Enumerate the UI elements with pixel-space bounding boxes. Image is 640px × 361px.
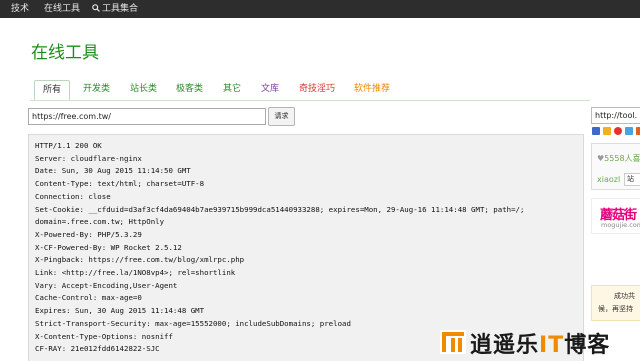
- share-icon-2[interactable]: [625, 127, 633, 135]
- weibo-icon[interactable]: [614, 127, 622, 135]
- tab-other[interactable]: 其它: [223, 82, 241, 96]
- user-name[interactable]: xiaozl: [597, 175, 620, 184]
- response-header-line: Cache-Control: max-age=0: [35, 293, 142, 303]
- follower-count: ♥5558人喜: [597, 153, 640, 164]
- response-header-line: Connection: close: [35, 191, 111, 201]
- search-icon: [92, 4, 100, 12]
- watermark-text-b: 博客: [564, 333, 611, 358]
- request-button[interactable]: 请求: [268, 107, 295, 126]
- tab-geek[interactable]: 极客类: [176, 82, 203, 96]
- response-header-line: X-CF-Powered-By: WP Rocket 2.5.12: [35, 242, 182, 252]
- response-header-line: CF-RAY: 21e012fdd6142822-SJC: [35, 344, 160, 354]
- tab-tricks[interactable]: 奇技淫巧: [299, 82, 335, 96]
- share-icons: [591, 127, 640, 137]
- nav-item-tool-collection-label: 工具集合: [102, 4, 139, 14]
- top-nav-bar: 技术 在线工具 工具集合: [0, 0, 640, 18]
- nav-item-online-tools[interactable]: 在线工具: [44, 3, 80, 15]
- response-header-line: domain=.free.com.tw; HttpOnly: [35, 217, 165, 227]
- response-header-line: Expires: Sun, 30 Aug 2015 11:14:48 GMT: [35, 306, 205, 316]
- watermark-text: 逍遥乐IT博客: [470, 327, 610, 359]
- follower-count-text: 5558人喜: [604, 154, 640, 163]
- ad-subtitle: mogujie.com: [601, 221, 640, 229]
- response-header-line: X-Content-Type-Options: nosniff: [35, 331, 173, 341]
- response-header-line: Server: cloudflare-nginx: [35, 153, 142, 163]
- follow-button[interactable]: 站: [624, 173, 640, 186]
- watermark: 逍遥乐IT博客: [438, 326, 640, 360]
- notice-line-1: 成功共: [614, 292, 635, 300]
- social-follow-box: ♥5558人喜 xiaozl 站: [591, 143, 640, 190]
- notice-line-2: 候，再坚持: [598, 305, 633, 313]
- notice-box: 成功共 候，再坚持: [591, 285, 640, 321]
- response-header-line: X-Pingback: https://free.com.tw/blog/xml…: [35, 255, 245, 265]
- response-header-line: Date: Sun, 30 Aug 2015 11:14:50 GMT: [35, 166, 191, 176]
- tab-dev[interactable]: 开发类: [83, 82, 110, 96]
- response-header-line: Vary: Accept-Encoding,User-Agent: [35, 280, 178, 290]
- tab-library[interactable]: 文库: [261, 82, 279, 96]
- url-input[interactable]: https://free.com.tw/: [28, 108, 266, 125]
- response-header-line: Content-Type: text/html; charset=UTF-8: [35, 179, 205, 189]
- response-header-line: Link: <http://free.la/1NO8vp4>; rel=shor…: [35, 268, 236, 277]
- tab-webmaster[interactable]: 站长类: [130, 82, 157, 96]
- share-icon-3[interactable]: [636, 127, 640, 135]
- response-header-line: Set-Cookie: __cfduid=d3af3cf4da69404b7ae…: [35, 204, 525, 214]
- category-tabs: 所有 开发类 站长类 极客类 其它 文库 奇技淫巧 软件推荐: [30, 80, 590, 101]
- sidebar-url-input[interactable]: http://tool.: [591, 107, 640, 124]
- nav-item-tool-collection[interactable]: 工具集合: [92, 3, 138, 15]
- response-header-line: HTTP/1.1 200 OK: [35, 141, 102, 150]
- response-header-line: Strict-Transport-Security: max-age=15552…: [35, 318, 351, 328]
- page-title: 在线工具: [31, 43, 99, 63]
- nav-item-tech[interactable]: 技术: [11, 3, 29, 15]
- blog-logo-icon: [440, 330, 466, 354]
- share-icon-1[interactable]: [592, 127, 600, 135]
- star-icon[interactable]: [603, 127, 611, 135]
- ad-banner[interactable]: 蘑菇街 mogujie.com: [591, 198, 640, 234]
- watermark-text-a: 逍遥乐: [470, 333, 540, 358]
- response-header-line: X-Powered-By: PHP/5.3.29: [35, 229, 142, 239]
- watermark-text-it: IT: [539, 333, 565, 358]
- tab-all[interactable]: 所有: [34, 80, 71, 100]
- tab-software[interactable]: 软件推荐: [354, 82, 390, 96]
